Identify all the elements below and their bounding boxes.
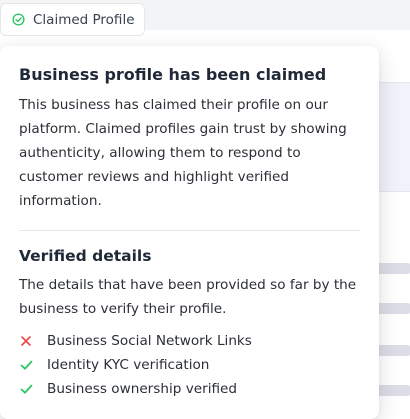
checklist-item-identity-kyc: Identity KYC verification xyxy=(19,353,361,377)
divider xyxy=(19,230,360,231)
checklist-item-label: Business Social Network Links xyxy=(47,333,252,349)
checklist-item-label: Identity KYC verification xyxy=(47,357,210,373)
verified-details-title: Verified details xyxy=(19,247,152,265)
page: Claimed Profile Business profile has bee… xyxy=(0,0,410,419)
checklist-item-label: Business ownership verified xyxy=(47,381,238,397)
check-circle-icon xyxy=(12,13,25,26)
claimed-profile-popover: Business profile has been claimed This b… xyxy=(0,46,379,419)
x-icon xyxy=(19,334,33,348)
verification-checklist: Business Social Network Links Identity K… xyxy=(19,329,361,401)
check-icon xyxy=(19,358,33,372)
claimed-profile-button[interactable]: Claimed Profile xyxy=(0,3,145,36)
popover-description: This business has claimed their profile … xyxy=(19,97,347,209)
popover-title: Business profile has been claimed xyxy=(19,65,327,84)
check-icon xyxy=(19,382,33,396)
checklist-item-social-links: Business Social Network Links xyxy=(19,329,361,353)
checklist-item-business-ownership: Business ownership verified xyxy=(19,377,361,401)
claimed-profile-label: Claimed Profile xyxy=(33,11,135,28)
verified-details-description: The details that have been provided so f… xyxy=(19,277,357,317)
